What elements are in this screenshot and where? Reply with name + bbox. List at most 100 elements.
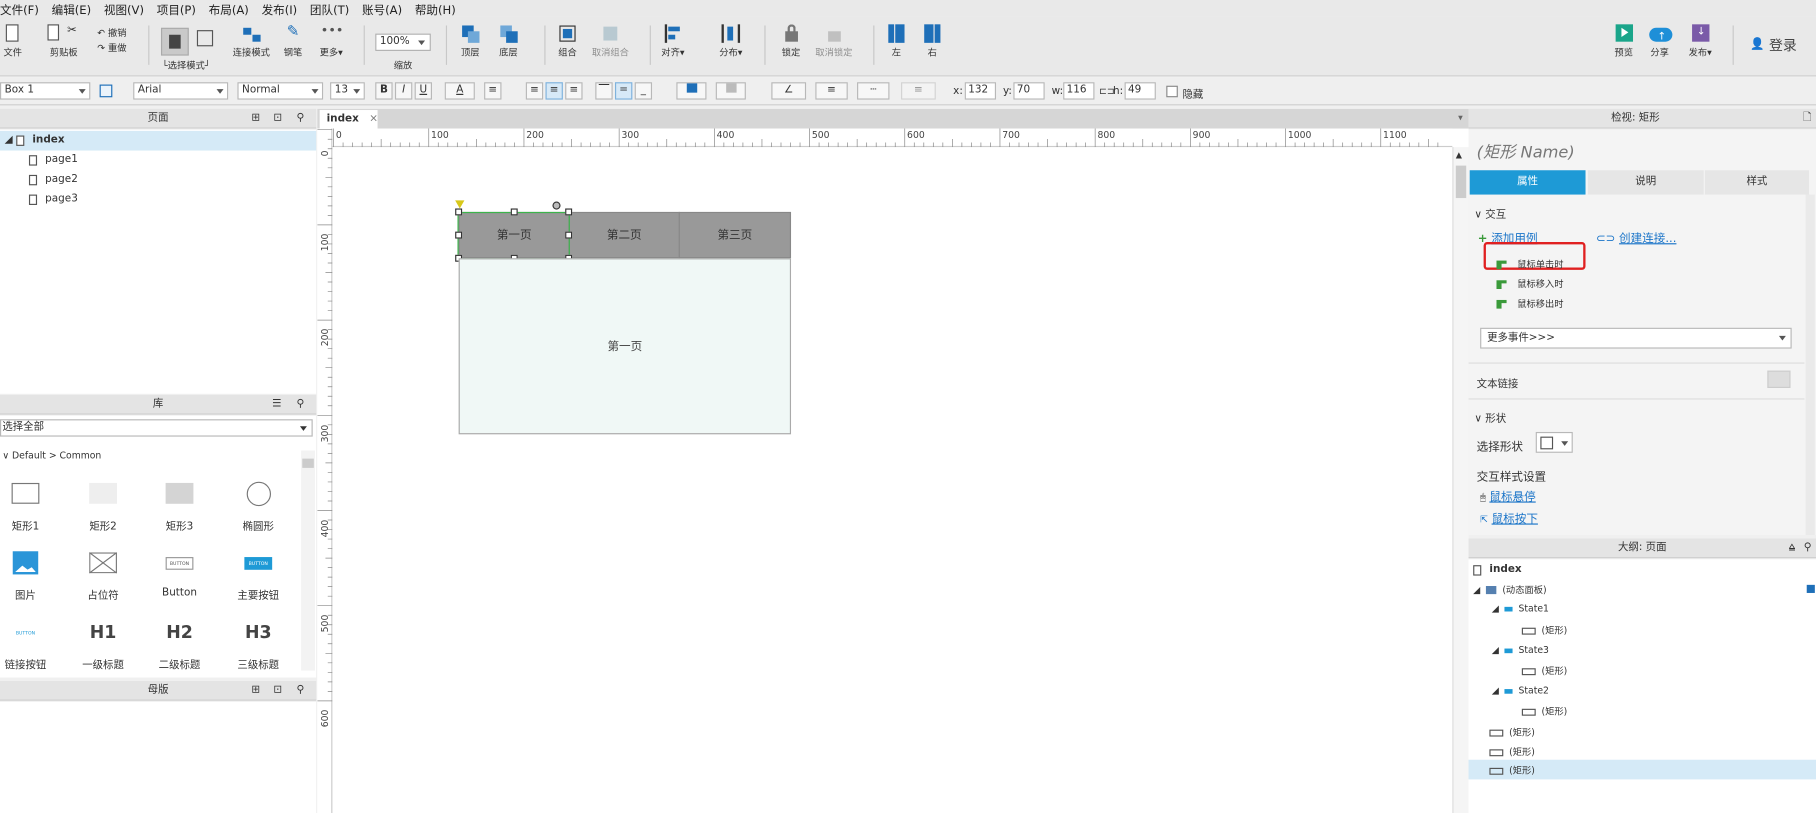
filter-icon[interactable]: ⩠	[1789, 539, 1795, 559]
redo-button[interactable]: ↷ 重做	[97, 41, 126, 56]
menu-file[interactable]: 文件(F)	[0, 0, 39, 17]
menu-icon[interactable]: ☰	[272, 395, 281, 415]
login-button[interactable]: 👤 登录	[1750, 35, 1797, 55]
lib-placeholder[interactable]: 占位符	[68, 550, 137, 602]
widget-name-input[interactable]: (矩形 Name)	[1477, 140, 1575, 163]
lib-h3[interactable]: H3 三级标题	[224, 620, 293, 672]
lib-rect3[interactable]: 矩形3	[145, 481, 214, 533]
lib-ellipse[interactable]: 椭圆形	[224, 481, 293, 533]
page-item-index[interactable]: ◢ index	[5, 134, 65, 146]
lib-primary-button[interactable]: BUTTON 主要按钮	[224, 550, 293, 602]
menu-edit[interactable]: 编辑(E)	[52, 0, 92, 17]
interaction-section[interactable]: ∨ 交互	[1474, 206, 1506, 222]
mousedown-style-link[interactable]: ⇱ 鼠标按下	[1480, 508, 1538, 526]
valign-top-button[interactable]: ⎺	[595, 82, 613, 100]
menu-view[interactable]: 视图(V)	[104, 0, 144, 17]
valign-middle-button[interactable]: =	[614, 82, 633, 100]
widget-name-select[interactable]: Box 1	[0, 82, 91, 100]
lib-image[interactable]: 图片	[0, 550, 60, 602]
rotate-handle[interactable]	[552, 201, 561, 210]
italic-button[interactable]: I	[394, 82, 413, 100]
shape-picker[interactable]	[1535, 431, 1573, 453]
font-select[interactable]: Arial	[133, 82, 229, 100]
inspector-scrollbar[interactable]	[1805, 194, 1815, 536]
select-mode-active[interactable]	[160, 27, 189, 56]
event-onclick[interactable]: 鼠标单击时	[1496, 258, 1564, 271]
close-icon[interactable]: ×	[369, 113, 378, 125]
tab-properties[interactable]: 属性	[1469, 170, 1586, 195]
page-item-page1[interactable]: page1	[28, 154, 78, 166]
align-right-button[interactable]: ≡	[565, 82, 583, 100]
menu-account[interactable]: 账号(A)	[362, 0, 402, 17]
lib-rect2[interactable]: 矩形2	[68, 481, 137, 533]
outline-dynamic-panel[interactable]: ◢ (动态面板)	[1473, 584, 1546, 597]
search-icon[interactable]: ⚲	[296, 109, 304, 129]
menu-project[interactable]: 项目(P)	[157, 0, 196, 17]
line-width-button[interactable]: ≡	[815, 82, 848, 100]
width-field[interactable]: 116	[1063, 82, 1095, 100]
library-group-toggle[interactable]: ∨ Default > Common	[2, 451, 101, 461]
menu-help[interactable]: 帮助(H)	[415, 0, 456, 17]
undo-button[interactable]: ↶ 撤销	[97, 25, 126, 40]
pen-button[interactable]: ✎ 钢笔	[283, 23, 304, 59]
shadow-button[interactable]	[715, 82, 746, 100]
line-color-button[interactable]: ∠	[771, 82, 807, 100]
bullet-list-button[interactable]: ≡	[484, 82, 502, 100]
bring-to-front-button[interactable]: 顶层	[460, 23, 481, 59]
search-icon[interactable]: ⚲	[296, 395, 304, 415]
library-scrollbar[interactable]	[301, 450, 316, 671]
select-contained-icon[interactable]	[196, 30, 214, 47]
add-folder-icon[interactable]: ⊡	[273, 681, 282, 701]
lib-h1[interactable]: H1 一级标题	[68, 620, 137, 672]
ungroup-button[interactable]: 取消组合	[592, 23, 629, 59]
hidden-checkbox[interactable]	[1166, 85, 1178, 98]
resize-handle[interactable]	[455, 231, 463, 239]
outline-rect[interactable]: (矩形)	[1521, 705, 1567, 718]
x-field[interactable]: 132	[964, 82, 997, 100]
send-to-back-button[interactable]: 底层	[498, 23, 519, 59]
menu-team[interactable]: 团队(T)	[310, 0, 349, 17]
menu-layout[interactable]: 布局(A)	[209, 0, 249, 17]
search-icon[interactable]: ⚲	[296, 681, 304, 701]
outline-rect[interactable]: (矩形)	[1489, 726, 1535, 739]
library-select[interactable]: 选择全部	[0, 419, 313, 437]
document-icon[interactable]: 🗋	[1803, 109, 1811, 129]
outline-rect[interactable]: (矩形)	[1521, 665, 1567, 678]
resize-handle[interactable]	[565, 208, 573, 216]
tab-index[interactable]: index ×	[319, 110, 378, 129]
outline-rect[interactable]: (矩形)	[1489, 746, 1535, 759]
tab-notes[interactable]: 说明	[1587, 170, 1704, 195]
align-button[interactable]: 对齐▾	[661, 23, 684, 59]
underline-button[interactable]: U	[414, 82, 432, 100]
visibility-icon[interactable]	[1806, 584, 1815, 593]
unlock-button[interactable]: 取消锁定	[815, 23, 852, 59]
create-link[interactable]: ⊂⊃ 创建连接...	[1596, 228, 1676, 246]
resize-handle[interactable]	[455, 208, 463, 216]
file-button[interactable]: 文件	[2, 23, 23, 59]
shape-section[interactable]: ∨ 形状	[1474, 410, 1506, 425]
clipboard-button[interactable]: ✂ 剪贴板	[46, 23, 81, 59]
add-master-icon[interactable]: ⊞	[251, 681, 260, 701]
lock-button[interactable]: 锁定	[781, 23, 802, 59]
scroll-up-icon[interactable]: ▲	[1456, 151, 1462, 160]
font-style-select[interactable]: Normal	[237, 82, 324, 100]
y-field[interactable]: 70	[1013, 82, 1045, 100]
lib-h2[interactable]: H2 二级标题	[145, 620, 214, 672]
outline-state2[interactable]: ◢ State2	[1492, 686, 1549, 696]
lib-button[interactable]: BUTTON Button	[145, 550, 214, 599]
canvas-scrollbar[interactable]: ▲	[1452, 147, 1469, 813]
event-mouseenter[interactable]: 鼠标移入时	[1496, 278, 1564, 291]
line-style-button[interactable]: ┄	[857, 82, 890, 100]
group-button[interactable]: 组合	[557, 23, 578, 59]
text-color-button[interactable]: A	[444, 82, 475, 100]
left-panel-button[interactable]: 左	[886, 23, 907, 59]
font-size-select[interactable]: 13	[330, 82, 365, 100]
valign-bottom-button[interactable]: _	[634, 82, 653, 100]
outline-state3[interactable]: ◢ State3	[1492, 645, 1549, 655]
lib-rect1[interactable]: 矩形1	[0, 481, 60, 533]
dynamic-panel-content[interactable]: 第一页	[458, 258, 792, 435]
outline-rect[interactable]: (矩形)	[1521, 624, 1567, 637]
connect-mode-button[interactable]: 连接模式	[233, 23, 270, 59]
align-center-button[interactable]: ≡	[545, 82, 563, 100]
text-link-button[interactable]	[1767, 370, 1791, 388]
